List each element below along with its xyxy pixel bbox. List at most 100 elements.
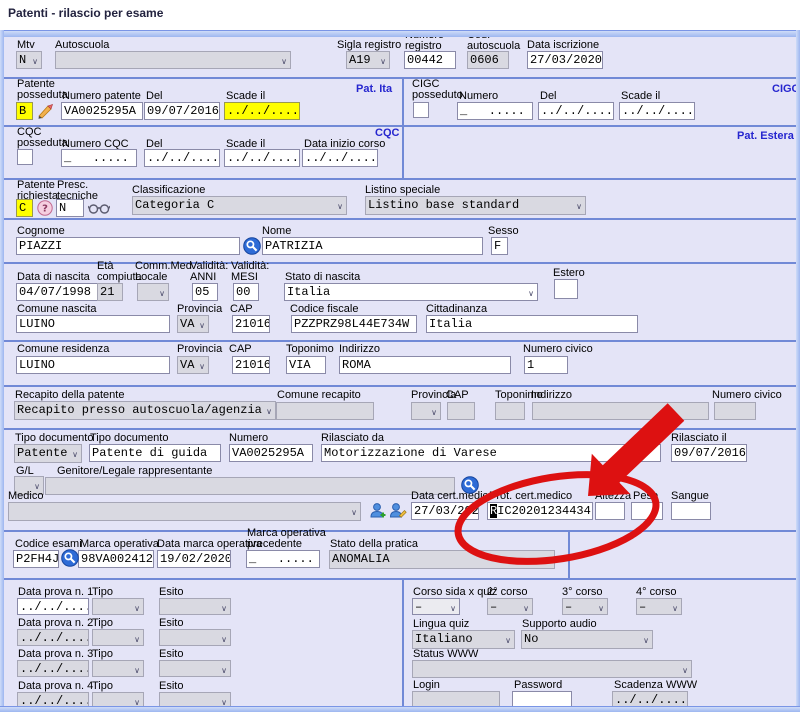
validita-mesi-label: Validità: MESI	[231, 261, 279, 283]
listino-speciale-select[interactable]: Listino base standard	[365, 196, 586, 215]
cqc-scade-field[interactable]: ../../....	[224, 149, 300, 167]
data-inizio-corso-field[interactable]: ../../....	[302, 149, 378, 167]
patente-del-field[interactable]: 09/07/2016	[144, 102, 220, 120]
patente-posseduta-field[interactable]: B	[16, 102, 33, 120]
cqc-numero-field[interactable]: _ .....	[61, 149, 137, 167]
sangue-field[interactable]	[671, 502, 711, 520]
numero-registro-field[interactable]: 00442	[404, 51, 456, 69]
indirizzo-recapito-field	[532, 402, 709, 420]
tipo-documento-select[interactable]: Patente	[14, 444, 82, 463]
patente-scade-field[interactable]: ../../....	[224, 102, 300, 120]
codice-fiscale-field[interactable]: PZZPRZ98L44E734W	[291, 315, 417, 333]
cigc-posseduto-checkbox[interactable]	[413, 102, 429, 118]
peso-field[interactable]	[631, 502, 663, 520]
corso-2-select: –	[487, 598, 533, 615]
data-cert-medico-field[interactable]: 27/03/2020	[411, 502, 479, 520]
data-prova-1-field[interactable]: ../../....	[17, 598, 89, 615]
eta-compiuta-field: 21	[97, 283, 123, 301]
tipo-prova-4-label: Tipo	[92, 681, 113, 692]
data-iscrizione-field[interactable]: 27/03/2020	[527, 51, 603, 69]
cap-residenza-field[interactable]: 21016	[232, 356, 270, 374]
section-divider	[2, 218, 798, 220]
patente-richiesta-field[interactable]: C	[16, 199, 33, 217]
search-icon[interactable]	[243, 237, 261, 255]
classificazione-select[interactable]: Categoria C	[132, 196, 347, 215]
svg-text:?: ?	[42, 204, 48, 215]
provincia-nascita-select[interactable]: VA	[177, 315, 209, 333]
cigc-del-field[interactable]: ../../....	[538, 102, 614, 120]
toponimo-recapito-field	[495, 402, 525, 420]
data-marca-operativa-field[interactable]: 19/02/2020	[157, 550, 231, 568]
numero-civico-field[interactable]: 1	[524, 356, 568, 374]
mtv-select[interactable]: N	[16, 51, 42, 69]
search-icon[interactable]	[461, 476, 479, 494]
stato-nascita-label: Stato di nascita	[285, 272, 360, 283]
eyeglasses-icon[interactable]	[88, 201, 110, 215]
comune-nascita-field[interactable]: LUINO	[16, 315, 170, 333]
provincia-residenza-select[interactable]: VA	[177, 356, 209, 374]
cognome-field[interactable]: PIAZZI	[16, 237, 240, 255]
indirizzo-field[interactable]: ROMA	[339, 356, 511, 374]
validita-mesi-field[interactable]: 00	[233, 283, 259, 301]
listino-speciale-label: Listino speciale	[365, 185, 440, 196]
status-www-label: Status WWW	[413, 649, 478, 660]
validita-anni-field[interactable]: 05	[192, 283, 218, 301]
rilasciato-il-field[interactable]: 09/07/2016	[671, 444, 747, 462]
rilasciato-il-label: Rilasciato il	[671, 433, 727, 444]
corso-4-select: –	[636, 598, 682, 615]
data-nascita-field[interactable]: 04/07/1998	[16, 283, 98, 301]
numero-patente-field[interactable]: VA0025295A	[61, 102, 143, 120]
tipo-documento-field[interactable]: Patente di guida	[89, 444, 221, 462]
cigc-title: CIGC	[772, 84, 798, 95]
vertical-divider	[402, 77, 404, 178]
estero-field	[554, 279, 578, 299]
toponimo-field[interactable]: VIA	[286, 356, 326, 374]
prot-cert-medico-field[interactable]: RIC20201234434	[487, 502, 593, 520]
edit-pencil-icon[interactable]	[36, 103, 54, 119]
sigla-registro-label: Sigla registro	[337, 40, 401, 51]
edit-person-icon[interactable]	[389, 502, 407, 520]
status-www-select[interactable]	[412, 660, 692, 678]
cqc-posseduta-checkbox[interactable]	[17, 149, 33, 165]
presc-tecniche-field[interactable]: N	[56, 199, 84, 217]
altezza-field[interactable]	[595, 502, 625, 520]
cittadinanza-label: Cittadinanza	[426, 304, 487, 315]
password-label: Password	[514, 680, 562, 691]
provincia-nascita-label: Provincia	[177, 304, 222, 315]
sigla-registro-select[interactable]: A19	[346, 51, 390, 69]
cigc-numero-field[interactable]: _ .....	[457, 102, 533, 120]
cigc-scade-field[interactable]: ../../....	[619, 102, 695, 120]
lingua-quiz-select[interactable]: Italiano	[412, 630, 515, 649]
tipo-prova-3-label: Tipo	[92, 649, 113, 660]
nome-field[interactable]: PATRIZIA	[262, 237, 483, 255]
panel-top-border	[0, 30, 800, 37]
vertical-divider	[402, 578, 404, 706]
documento-numero-field[interactable]: VA0025295A	[229, 444, 313, 462]
peso-label: Peso	[633, 491, 658, 502]
data-prova-2-label: Data prova n. 2	[18, 618, 93, 629]
stato-pratica-select[interactable]: ANOMALIA	[329, 550, 555, 569]
sesso-field[interactable]: F	[491, 237, 508, 255]
medico-label: Medico	[8, 491, 43, 502]
cqc-del-field[interactable]: ../../....	[144, 149, 220, 167]
add-person-icon[interactable]	[369, 502, 387, 520]
codice-esami-field[interactable]: P2FH4J	[13, 550, 59, 568]
cittadinanza-field[interactable]: Italia	[426, 315, 638, 333]
autoscuola-select[interactable]	[55, 51, 291, 69]
help-question-icon[interactable]: ?	[37, 200, 53, 216]
comm-med-select[interactable]	[137, 283, 169, 301]
search-icon[interactable]	[61, 549, 79, 567]
marca-operativa-field[interactable]: 98VA002412	[78, 550, 154, 568]
comune-residenza-label: Comune residenza	[17, 344, 109, 355]
comune-nascita-label: Comune nascita	[17, 304, 97, 315]
medico-select[interactable]	[8, 502, 361, 521]
corso-sida-select[interactable]: –	[412, 598, 460, 615]
stato-nascita-select[interactable]: Italia	[284, 283, 538, 301]
cap-nascita-field[interactable]: 21016	[232, 315, 270, 333]
recapito-patente-select[interactable]: Recapito presso autoscuola/agenzia	[14, 401, 276, 420]
rilasciato-da-field[interactable]: Motorizzazione di Varese	[321, 444, 661, 462]
marca-precedente-field[interactable]: _ .....	[246, 550, 320, 568]
estero-label: Estero	[553, 268, 585, 279]
supporto-audio-select[interactable]: No	[521, 630, 653, 649]
comune-residenza-field[interactable]: LUINO	[16, 356, 170, 374]
